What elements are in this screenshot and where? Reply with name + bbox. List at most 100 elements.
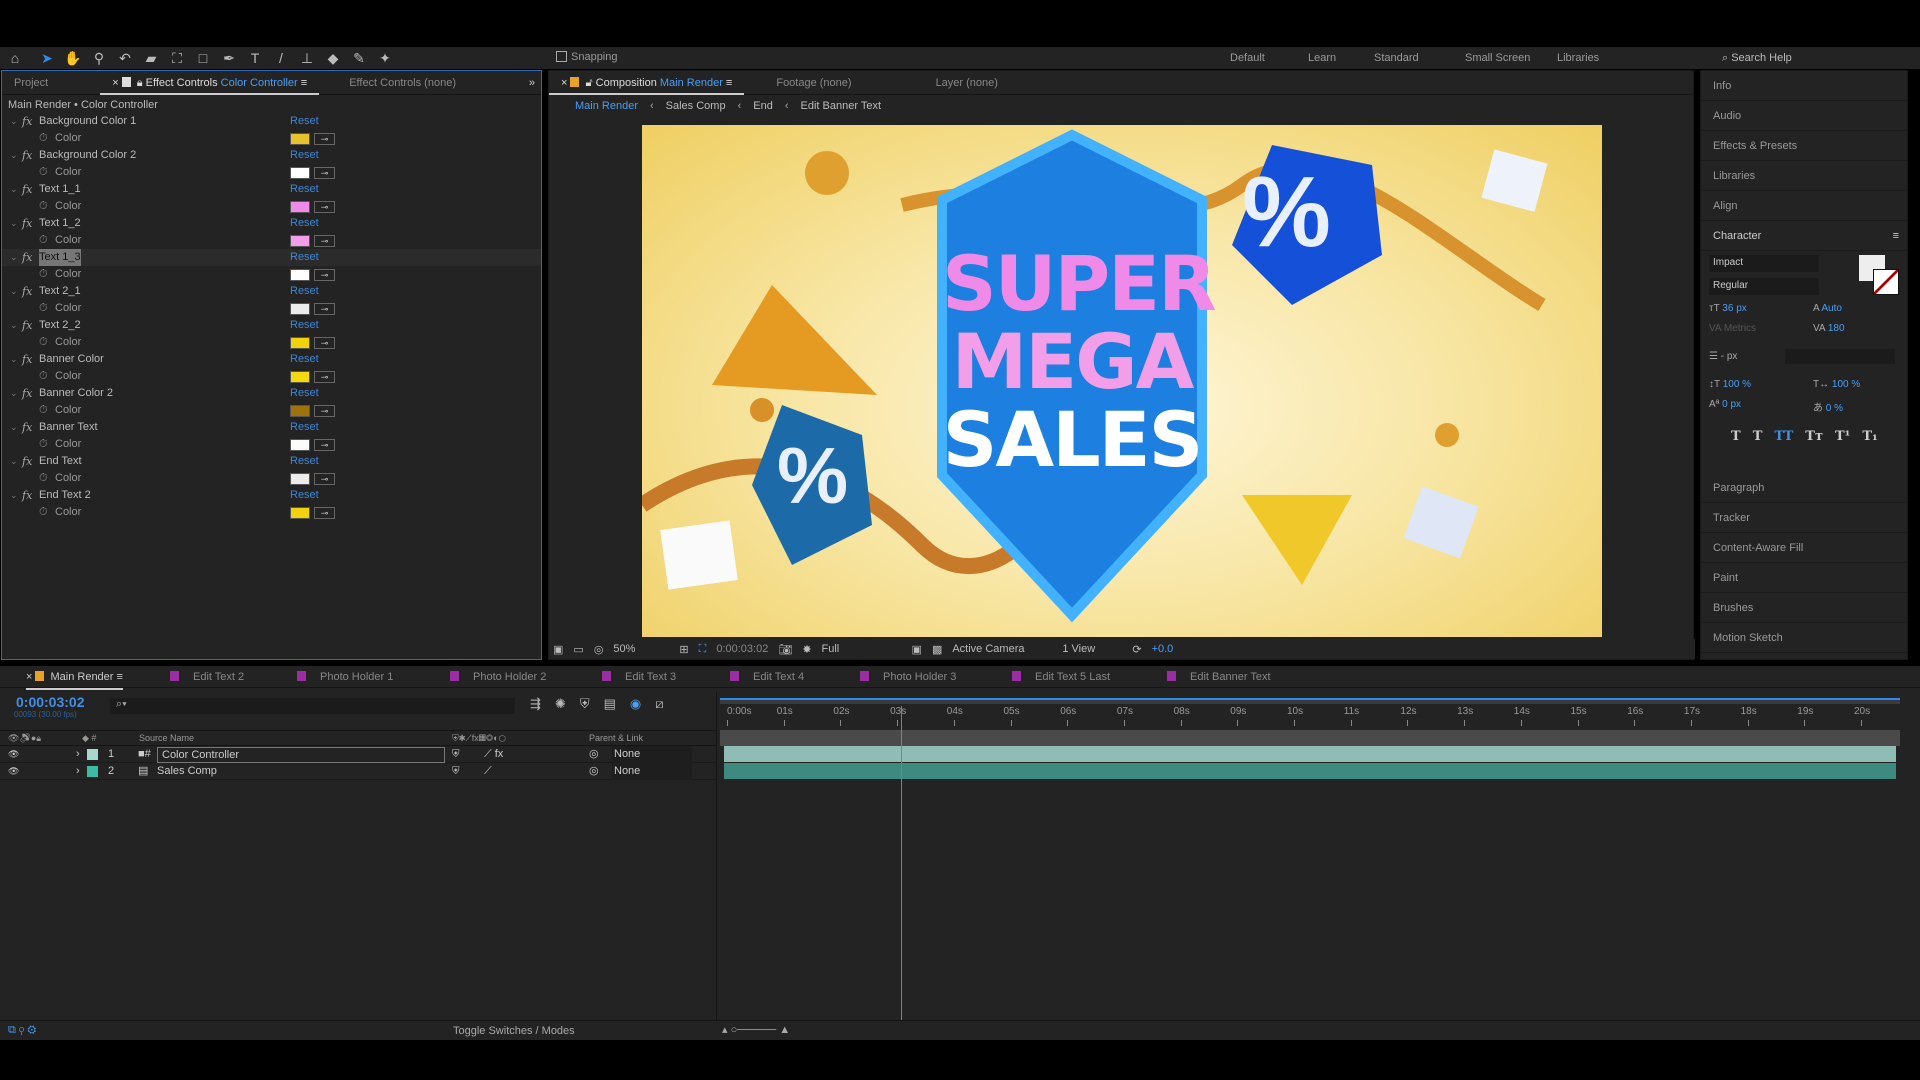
close-icon[interactable]: × [26, 671, 35, 683]
reset-link[interactable]: Reset [290, 419, 319, 436]
current-time-display[interactable]: 0:00:03:02 [16, 694, 85, 710]
stopwatch-icon[interactable]: ⏱ [39, 402, 48, 419]
reset-exposure-icon[interactable]: ⟳ [1132, 643, 1141, 656]
effect-row[interactable]: ⌄ fx Text 1_2 Reset [2, 215, 541, 232]
graph-editor-icon[interactable]: ⧄ [655, 696, 663, 712]
roto-brush-icon[interactable]: ✎ [348, 48, 370, 68]
reset-link[interactable]: Reset [290, 385, 319, 402]
horizontal-scale-field[interactable]: T↔ 100 % [1813, 379, 1860, 390]
effect-row[interactable]: ⌄ fx Text 1_3 Reset [2, 249, 541, 266]
layer-switches-icon[interactable]: ⧉ ⚲ ⚙ [8, 1024, 36, 1037]
toggle-switches-modes[interactable]: Toggle Switches / Modes [453, 1025, 575, 1037]
timeline-tab[interactable]: Photo Holder 3 [860, 666, 956, 688]
breadcrumb-end[interactable]: End [753, 100, 773, 112]
effect-name[interactable]: Text 1_1 [39, 181, 81, 198]
comp-flowchart-icon[interactable]: ⇶ [530, 696, 541, 712]
reset-link[interactable]: Reset [290, 351, 319, 368]
effect-name[interactable]: Banner Color [39, 351, 104, 368]
font-size-value[interactable]: 36 px [1722, 303, 1746, 314]
color-swatch[interactable] [290, 235, 310, 247]
fx-icon[interactable]: fx [22, 283, 32, 300]
panel-audio[interactable]: Audio [1701, 101, 1907, 131]
reset-link[interactable]: Reset [290, 283, 319, 300]
stopwatch-icon[interactable]: ⏱ [39, 368, 48, 385]
resolution-select[interactable]: Full [822, 643, 902, 655]
quality-switch-icon[interactable]: ⟋ [484, 763, 492, 780]
eyedropper-icon[interactable]: ⊸ [314, 439, 335, 451]
stopwatch-icon[interactable]: ⏱ [39, 334, 48, 351]
eyedropper-icon[interactable]: ⊸ [314, 371, 335, 383]
pen-icon[interactable]: ✒ [218, 48, 240, 68]
color-swatch[interactable] [290, 473, 310, 485]
leading-value[interactable]: Auto [1821, 303, 1842, 314]
snapshot-icon[interactable]: 📷︎ [778, 643, 792, 656]
close-icon[interactable]: × [112, 77, 121, 89]
eyedropper-icon[interactable]: ⊸ [314, 303, 335, 315]
av-switches-icon[interactable]: 👁︎🔊︎●🔒︎ [8, 731, 41, 746]
workspace-learn[interactable]: Learn [1308, 52, 1336, 64]
magnification-select[interactable]: 50% [613, 643, 669, 655]
stopwatch-icon[interactable]: ⏱ [39, 198, 48, 215]
twirl-icon[interactable]: ⌄ [10, 351, 18, 368]
stopwatch-icon[interactable]: ⏱ [39, 504, 48, 521]
effect-row[interactable]: ⌄ fx End Text 2 Reset [2, 487, 541, 504]
playhead[interactable] [901, 706, 903, 1030]
transparency-grid-icon[interactable]: ⛶ [699, 643, 707, 656]
quality-switch-icon[interactable]: ⟋ fx [484, 746, 503, 763]
panel-libraries[interactable]: Libraries [1701, 161, 1907, 191]
pan-behind-icon[interactable]: ⛶ [166, 48, 188, 68]
pickwhip-icon[interactable]: ◎ [589, 763, 599, 780]
tab-effect-controls[interactable]: × 🔒︎ Effect Controls Color Controller ≡ [100, 71, 320, 95]
breadcrumb-edit-banner-text[interactable]: Edit Banner Text [801, 100, 882, 112]
type-icon[interactable]: T [244, 48, 266, 68]
layer-row[interactable]: 👁︎ › 2 ▤ Sales Comp ⛨ ⟋ ◎ None [0, 763, 716, 780]
stroke-width-value[interactable]: - px [1721, 351, 1738, 362]
camera-select[interactable]: Active Camera [952, 643, 1052, 655]
puppet-pin-icon[interactable]: ✦ [374, 48, 396, 68]
effect-name[interactable]: End Text 2 [39, 487, 91, 504]
menu-icon[interactable]: ≡ [1893, 221, 1899, 250]
eraser-icon[interactable]: ◆ [322, 48, 344, 68]
tsume-value[interactable]: 0 % [1826, 403, 1843, 414]
effect-name[interactable]: End Text [39, 453, 82, 470]
layer-duration-bar[interactable] [724, 746, 1896, 763]
menu-icon[interactable]: ≡ [726, 77, 732, 89]
twirl-icon[interactable]: › [76, 746, 80, 763]
color-swatch[interactable] [290, 507, 310, 519]
hand-icon[interactable]: ✋ [62, 48, 84, 68]
character-panel-header[interactable]: Character ≡ [1701, 221, 1907, 251]
eyedropper-icon[interactable]: ⊸ [314, 133, 335, 145]
effect-row[interactable]: ⌄ fx Banner Text Reset [2, 419, 541, 436]
monitor-icon[interactable]: ▭ [573, 643, 583, 656]
twirl-icon[interactable]: ⌄ [10, 113, 18, 130]
color-swatch[interactable] [290, 133, 310, 145]
panel-paragraph[interactable]: Paragraph [1701, 473, 1907, 503]
font-size-field[interactable]: ᴛT 36 px [1709, 303, 1747, 314]
channel-icon[interactable]: ✸ [802, 643, 811, 656]
effect-row[interactable]: ⌄ fx Text 2_2 Reset [2, 317, 541, 334]
visibility-icon[interactable]: 👁︎ [8, 763, 19, 780]
effect-row[interactable]: ⌄ fx Background Color 1 Reset [2, 113, 541, 130]
kerning-field[interactable]: VA Metrics [1709, 323, 1756, 334]
fx-icon[interactable]: fx [22, 317, 32, 334]
panel-tracker[interactable]: Tracker [1701, 503, 1907, 533]
fx-icon[interactable]: fx [22, 181, 32, 198]
timeline-tab[interactable]: Edit Text 2 [170, 666, 244, 688]
label-color[interactable] [87, 749, 98, 760]
twirl-icon[interactable]: ⌄ [10, 249, 18, 266]
effect-name[interactable]: Banner Text [39, 419, 98, 436]
effect-row[interactable]: ⌄ fx Text 1_1 Reset [2, 181, 541, 198]
tab-layer[interactable]: Layer (none) [924, 71, 1010, 95]
snapping-checkbox[interactable]: Snapping [556, 51, 618, 63]
visibility-icon[interactable]: 👁︎ [8, 746, 19, 763]
color-swatch[interactable] [290, 439, 310, 451]
timeline-tab[interactable]: Photo Holder 2 [450, 666, 546, 688]
text-style-button[interactable]: T [1731, 429, 1741, 444]
toggle-transparency-icon[interactable]: ▩ [932, 643, 942, 656]
menu-icon[interactable]: ≡ [301, 77, 307, 89]
clone-stamp-icon[interactable]: ⊥ [296, 48, 318, 68]
breadcrumb-sales-comp[interactable]: Sales Comp [666, 100, 726, 112]
workspace-small-screen[interactable]: Small Screen [1465, 52, 1530, 64]
vertical-scale-value[interactable]: 100 % [1723, 379, 1751, 390]
rotate-icon[interactable]: ↶ [114, 48, 136, 68]
